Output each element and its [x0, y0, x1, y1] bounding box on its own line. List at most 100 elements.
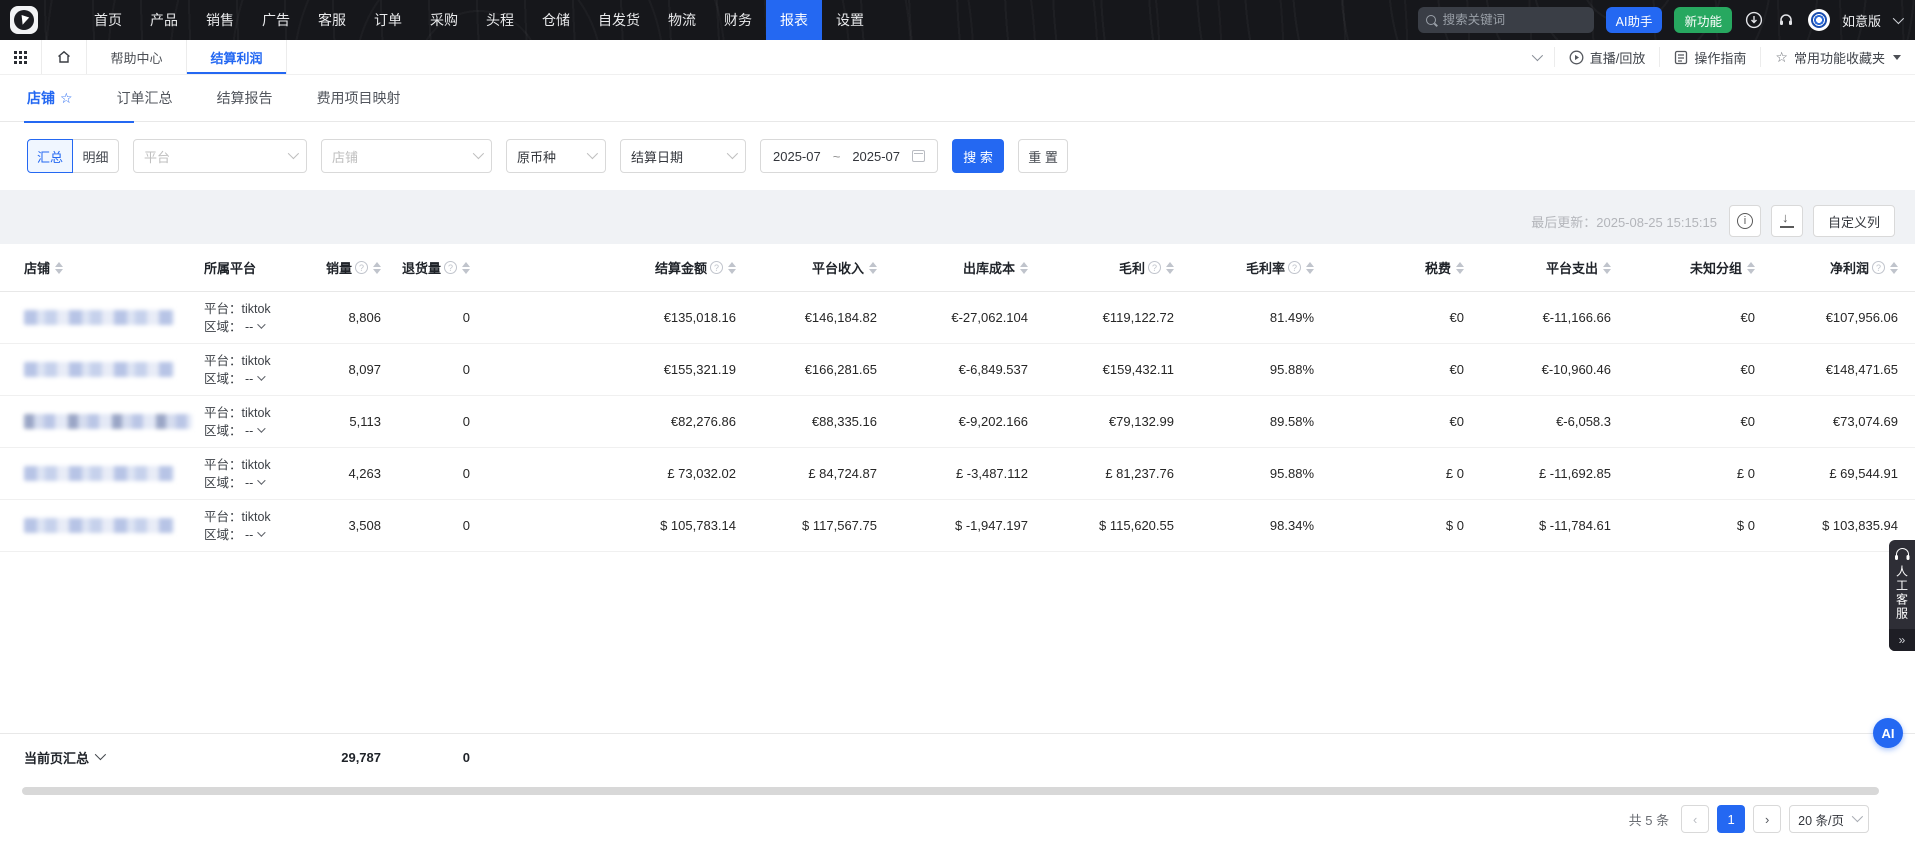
sort-icon[interactable] [1456, 262, 1464, 274]
store-name-masked[interactable] [24, 466, 174, 481]
region-expand-icon[interactable] [257, 476, 265, 484]
sort-icon[interactable] [1603, 262, 1611, 274]
tab-help-center[interactable]: 帮助中心 [87, 40, 187, 74]
nav-item-销售[interactable]: 销售 [192, 0, 248, 40]
nav-item-客服[interactable]: 客服 [304, 0, 360, 40]
help-icon[interactable]: ? [1148, 261, 1161, 274]
info-button[interactable]: i [1729, 205, 1761, 237]
ai-assistant-button[interactable]: AI助手 [1606, 7, 1663, 33]
subtab-结算报告[interactable]: 结算报告 [217, 75, 273, 122]
column-header-returns[interactable]: 退货量? [381, 244, 470, 292]
column-header-unknown_group[interactable]: 未知分组 [1611, 244, 1755, 292]
store-name-masked[interactable] [24, 414, 192, 429]
new-features-button[interactable]: 新功能 [1674, 7, 1732, 33]
pin-icon[interactable]: ☆ [60, 90, 73, 107]
sort-icon[interactable] [373, 262, 381, 274]
column-header-settlement[interactable]: 结算金额? [470, 244, 736, 292]
global-search[interactable] [1418, 7, 1594, 33]
cell-income: €146,184.82 [736, 310, 877, 325]
nav-item-自发货[interactable]: 自发货 [584, 0, 654, 40]
download-circle-icon[interactable] [1744, 10, 1764, 30]
tabs-collapse-button[interactable] [1518, 47, 1554, 67]
help-icon[interactable]: ? [1872, 261, 1885, 274]
reset-button[interactable]: 重 置 [1018, 139, 1068, 173]
column-header-platform_payout[interactable]: 平台支出 [1464, 244, 1611, 292]
subtab-订单汇总[interactable]: 订单汇总 [117, 75, 173, 122]
column-header-gross[interactable]: 毛利? [1028, 244, 1174, 292]
live-replay-link[interactable]: 直播/回放 [1554, 47, 1660, 67]
nav-item-产品[interactable]: 产品 [136, 0, 192, 40]
column-header-store[interactable]: 店铺 [24, 244, 204, 292]
column-header-gross_rate[interactable]: 毛利率? [1174, 244, 1314, 292]
store-name-masked[interactable] [24, 362, 174, 377]
page-size-select[interactable]: 20 条/页 [1789, 805, 1869, 833]
currency-select[interactable]: 原币种 [506, 139, 606, 173]
customer-service-widget[interactable]: 人工客服 » [1889, 540, 1915, 651]
nav-item-广告[interactable]: 广告 [248, 0, 304, 40]
column-header-net_profit[interactable]: 净利润? [1755, 244, 1898, 292]
chevron-down-icon[interactable] [1893, 13, 1904, 24]
sort-icon[interactable] [869, 262, 877, 274]
prev-page-button[interactable]: ‹ [1681, 805, 1709, 833]
sort-icon[interactable] [1747, 262, 1755, 274]
search-button[interactable]: 搜 索 [952, 139, 1004, 173]
avatar[interactable] [1808, 9, 1830, 31]
nav-item-订单[interactable]: 订单 [360, 0, 416, 40]
app-logo-icon[interactable] [10, 6, 38, 34]
sort-icon[interactable] [1166, 262, 1174, 274]
nav-item-头程[interactable]: 头程 [472, 0, 528, 40]
operation-guide-link[interactable]: 操作指南 [1659, 47, 1760, 67]
sort-icon[interactable] [1890, 262, 1898, 274]
column-header-tax[interactable]: 税费 [1314, 244, 1464, 292]
nav-item-采购[interactable]: 采购 [416, 0, 472, 40]
help-icon[interactable]: ? [444, 261, 457, 274]
summary-toggle[interactable]: 当前页汇总 [24, 748, 319, 767]
mode-明细[interactable]: 明细 [73, 139, 119, 173]
column-header-income[interactable]: 平台收入 [736, 244, 877, 292]
chevron-down-icon [95, 749, 106, 760]
next-page-button[interactable]: › [1753, 805, 1781, 833]
collapse-right-button[interactable]: » [1889, 629, 1915, 651]
subtab-费用项目映射[interactable]: 费用项目映射 [317, 75, 401, 122]
help-icon[interactable]: ? [355, 261, 368, 274]
sort-icon[interactable] [1020, 262, 1028, 274]
nav-item-仓储[interactable]: 仓储 [528, 0, 584, 40]
horizontal-scrollbar[interactable] [22, 787, 1879, 795]
nav-item-报表[interactable]: 报表 [766, 0, 822, 40]
nav-item-设置[interactable]: 设置 [822, 0, 878, 40]
nav-item-首页[interactable]: 首页 [80, 0, 136, 40]
cell-outbound_cost: €-6,849.537 [877, 362, 1028, 377]
store-name-masked[interactable] [24, 310, 174, 325]
export-button[interactable] [1771, 205, 1803, 237]
platform-select[interactable]: 平台 [133, 139, 307, 173]
ai-fab-button[interactable]: AI [1873, 718, 1903, 748]
current-page[interactable]: 1 [1717, 805, 1745, 833]
store-select[interactable]: 店铺 [321, 139, 492, 173]
nav-item-财务[interactable]: 财务 [710, 0, 766, 40]
store-name-masked[interactable] [24, 518, 174, 533]
region-expand-icon[interactable] [257, 320, 265, 328]
nav-item-物流[interactable]: 物流 [654, 0, 710, 40]
sort-icon[interactable] [55, 262, 63, 274]
region-expand-icon[interactable] [257, 528, 265, 536]
search-input[interactable] [1443, 13, 1573, 27]
column-header-outbound_cost[interactable]: 出库成本 [877, 244, 1028, 292]
customize-columns-button[interactable]: 自定义列 [1813, 205, 1895, 237]
apps-grid-button[interactable] [0, 40, 42, 74]
tab-settlement-profit[interactable]: 结算利润 [187, 40, 287, 74]
region-expand-icon[interactable] [257, 424, 265, 432]
favorites-menu[interactable]: ☆ 常用功能收藏夹 [1760, 47, 1915, 67]
date-type-select[interactable]: 结算日期 [620, 139, 746, 173]
help-icon[interactable]: ? [1288, 261, 1301, 274]
region-expand-icon[interactable] [257, 372, 265, 380]
sort-icon[interactable] [462, 262, 470, 274]
sort-icon[interactable] [728, 262, 736, 274]
subtab-店铺[interactable]: 店铺☆ [27, 75, 73, 122]
home-tab[interactable] [42, 40, 87, 74]
headset-icon[interactable] [1776, 10, 1796, 30]
mode-汇总[interactable]: 汇总 [27, 139, 73, 173]
column-header-sales[interactable]: 销量? [319, 244, 381, 292]
sort-icon[interactable] [1306, 262, 1314, 274]
help-icon[interactable]: ? [710, 261, 723, 274]
date-range-picker[interactable]: 2025-07 ~ 2025-07 [760, 139, 938, 173]
